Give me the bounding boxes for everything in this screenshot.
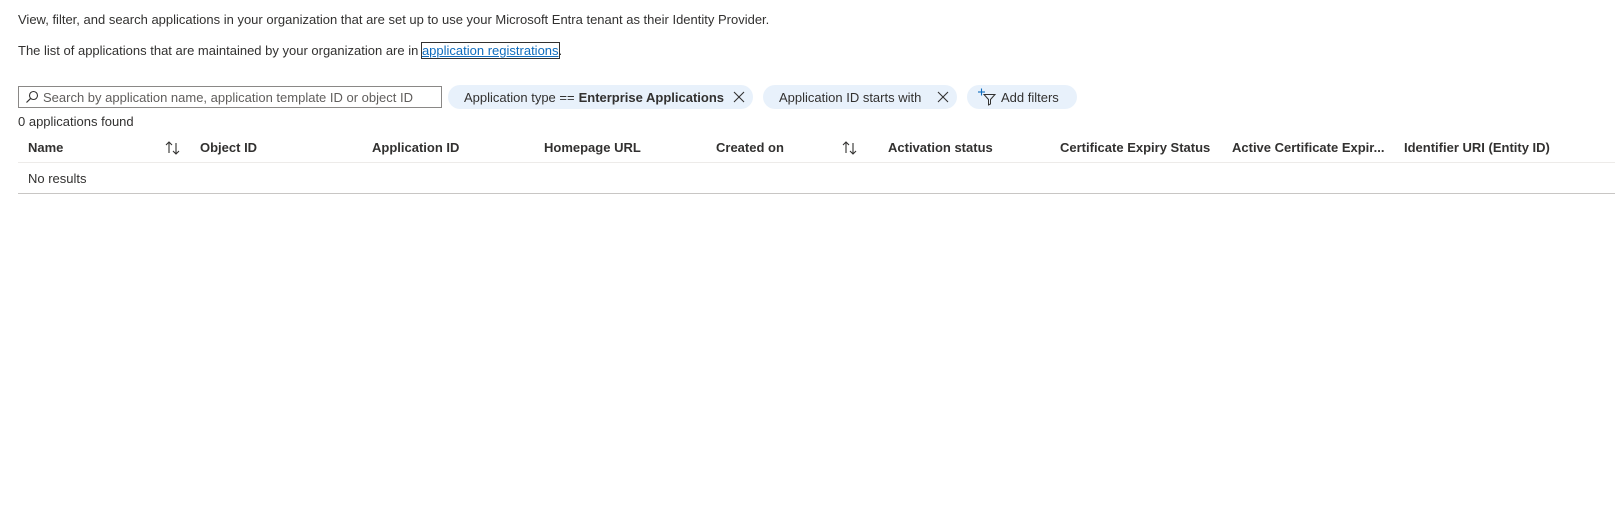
applications-table: Name Object ID Application ID Homepage U… <box>18 134 1615 194</box>
search-input[interactable] <box>43 89 423 105</box>
no-results-message: No results <box>28 170 87 186</box>
column-header-application-id[interactable]: Application ID <box>362 134 534 162</box>
note-suffix: . <box>558 43 563 58</box>
add-filters-label: Add filters <box>1001 89 1059 105</box>
filter-pill-label: Application type == <box>464 89 575 105</box>
close-icon[interactable] <box>935 89 951 105</box>
close-icon[interactable] <box>731 89 747 105</box>
no-results-row: No results <box>18 163 1615 194</box>
filter-pill-value: Enterprise Applications <box>578 89 725 105</box>
column-header-label: Homepage URL <box>544 140 641 155</box>
search-icon <box>25 90 39 104</box>
column-header-label: Application ID <box>372 140 460 155</box>
column-header-created-on[interactable]: Created on <box>706 134 878 162</box>
sort-icon[interactable] <box>841 140 859 156</box>
column-header-homepage-url[interactable]: Homepage URL <box>534 134 706 162</box>
note-prefix: The list of applications that are mainta… <box>18 43 422 58</box>
column-header-active-certificate-expiry[interactable]: Active Certificate Expir... <box>1222 134 1394 162</box>
column-header-label: Name <box>28 140 64 155</box>
column-header-label: Active Certificate Expir... <box>1232 140 1385 155</box>
app-registrations-note: The list of applications that are mainta… <box>18 42 563 59</box>
filter-pill-label: Application ID starts with <box>779 89 922 105</box>
column-header-object-id[interactable]: Object ID <box>190 134 362 162</box>
column-header-label: Certificate Expiry Status <box>1060 140 1211 155</box>
enterprise-applications-page: View, filter, and search applications in… <box>0 0 1615 511</box>
application-registrations-link[interactable]: application registrations <box>420 42 560 59</box>
column-header-activation-status[interactable]: Activation status <box>878 134 1050 162</box>
page-description: View, filter, and search applications in… <box>18 12 770 27</box>
filter-pill-application-id[interactable]: Application ID starts with <box>763 85 957 109</box>
search-box[interactable] <box>18 86 442 108</box>
add-filters-button[interactable]: Add filters <box>967 85 1077 109</box>
column-header-label: Created on <box>716 140 784 155</box>
column-header-certificate-expiry-status[interactable]: Certificate Expiry Status <box>1050 134 1222 162</box>
column-header-identifier-uri[interactable]: Identifier URI (Entity ID) <box>1394 134 1615 162</box>
add-filter-icon <box>977 88 997 106</box>
filter-toolbar: Application type ==Enterprise Applicatio… <box>18 85 1077 109</box>
results-count: 0 applications found <box>18 114 134 129</box>
sort-icon[interactable] <box>164 140 182 156</box>
column-header-label: Object ID <box>200 140 258 155</box>
column-header-name[interactable]: Name <box>18 134 190 162</box>
column-header-label: Activation status <box>888 140 993 155</box>
column-header-label: Identifier URI (Entity ID) <box>1404 140 1550 155</box>
filter-pill-application-type[interactable]: Application type == Enterprise Applicatio… <box>448 85 753 109</box>
table-header-row: Name Object ID Application ID Homepage U… <box>18 134 1615 163</box>
